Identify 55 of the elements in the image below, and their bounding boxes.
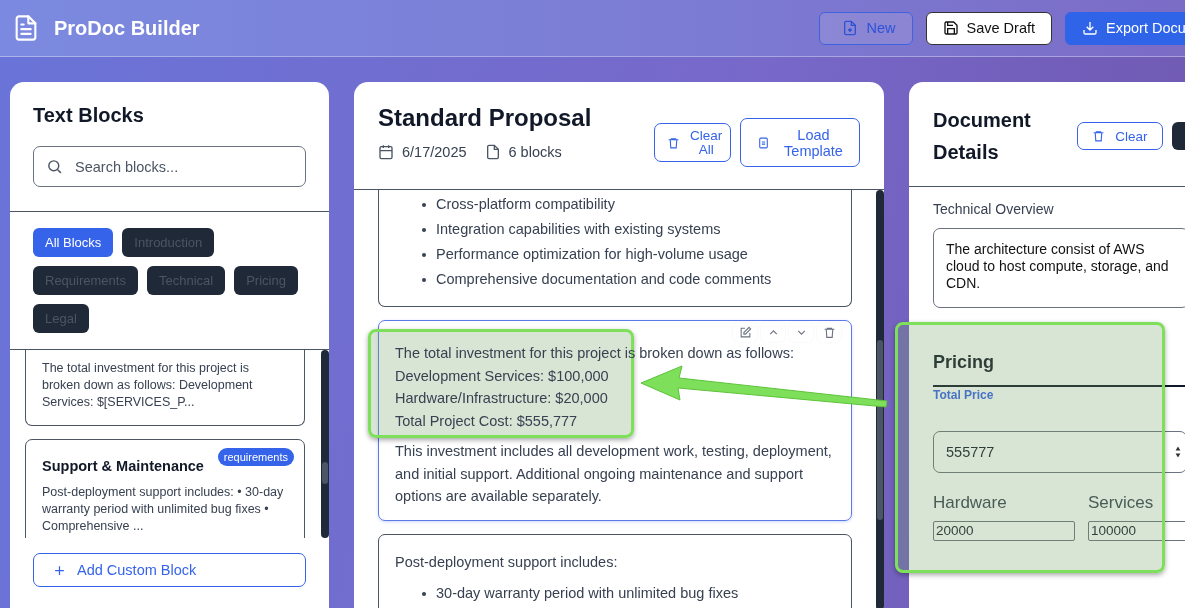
section-title: Pricing xyxy=(933,352,995,373)
input-field[interactable]: 20000 xyxy=(933,521,1075,541)
toolbar-button[interactable]: Save Draft xyxy=(925,11,1052,45)
field-label: Technical Overview xyxy=(933,201,1055,217)
document-date: 6/17/2025 xyxy=(402,144,467,160)
toolbar-button[interactable]: Export Docu xyxy=(1065,11,1185,45)
edit-icon[interactable] xyxy=(733,322,757,342)
content-block[interactable]: Cross-platform compatibility Integration capabilities with existing systems Performance optimization for high-volume usage Comprehensive documentation and code comments xyxy=(378,190,852,307)
text-area[interactable]: The architecture consist of AWS cloud to host compute, storage, and CDN. xyxy=(933,228,1185,308)
calendar-icon xyxy=(378,144,394,160)
document-title: Standard Proposal xyxy=(378,104,592,132)
spinner-icon xyxy=(1174,444,1182,460)
field-label: Services xyxy=(1088,493,1155,513)
block-text: Development Services: $100,000 xyxy=(395,366,609,386)
save-icon xyxy=(942,20,959,36)
field-label: Hardware xyxy=(933,493,1008,513)
block-text: Total Project Cost: $555,777 xyxy=(395,411,578,431)
scrollbar[interactable] xyxy=(876,190,884,608)
list-item: Integration capabilities with existing systems xyxy=(436,220,721,239)
block-card[interactable]: requirements Support & Maintenance Post-deployment support includes: • 30-day warranty period with unlimited bug fixes • Comprehensive ... xyxy=(25,439,305,538)
panel-title: Document Details xyxy=(933,108,1032,165)
filter-chip[interactable]: All Blocks xyxy=(33,228,114,257)
trash-icon xyxy=(667,135,680,150)
trash-icon[interactable] xyxy=(817,322,841,342)
list-item: Cross-platform compatibility xyxy=(436,195,615,214)
panel-title: Text Blocks xyxy=(33,104,145,127)
field-label: Total Price xyxy=(933,388,995,402)
download-icon xyxy=(1082,20,1098,36)
trash-icon xyxy=(1092,129,1106,143)
document-icon xyxy=(757,135,770,150)
block-text: Post-deployment support includes: xyxy=(395,552,619,572)
input-field[interactable]: 100000 xyxy=(1088,521,1185,541)
search-field[interactable]: Search blocks... xyxy=(33,146,306,187)
add-block-button[interactable]: Add Custom Block xyxy=(33,553,306,587)
list-item: 30-day warranty period with unlimited bug fixes xyxy=(436,584,739,603)
file-icon xyxy=(484,144,501,160)
category-badge: requirements xyxy=(217,448,294,466)
file-plus-icon xyxy=(842,20,859,36)
block-paragraph: This investment includes all development work, testing, deployment, and initial support. Additional ongoing maintenance and support options are available separately. xyxy=(395,442,833,506)
block-excerpt: The total investment for this project is broken down as follows: Development Services: $[SERVICES_P... xyxy=(42,360,254,411)
block-card[interactable]: The total investment for this project is broken down as follows: Development Services: $[SERVICES_P... xyxy=(25,350,305,426)
chevron-down-icon[interactable] xyxy=(789,322,813,342)
content-block[interactable]: Post-deployment support includes: 30-day warranty period with unlimited bug fixes xyxy=(378,533,852,608)
document-action-button[interactable]: Load Template xyxy=(740,118,860,167)
search-icon xyxy=(46,158,63,175)
chevron-up-icon[interactable] xyxy=(761,322,785,342)
list-item: Performance optimization for high-volume usage xyxy=(436,245,748,264)
list-item: Comprehensive documentation and code comments xyxy=(436,270,772,289)
clear-button[interactable]: Clear xyxy=(1077,122,1163,150)
app-title: ProDoc Builder xyxy=(54,16,200,40)
block-excerpt: Post-deployment support includes: • 30-day warranty period with unlimited bug fixes • Comprehensive ... xyxy=(42,484,285,535)
scrollbar[interactable] xyxy=(321,350,329,538)
document-action-button[interactable]: Clear All xyxy=(654,123,731,162)
block-text: Hardware/Infrastructure: $20,000 xyxy=(395,389,608,408)
block-count: 6 blocks xyxy=(508,144,562,160)
